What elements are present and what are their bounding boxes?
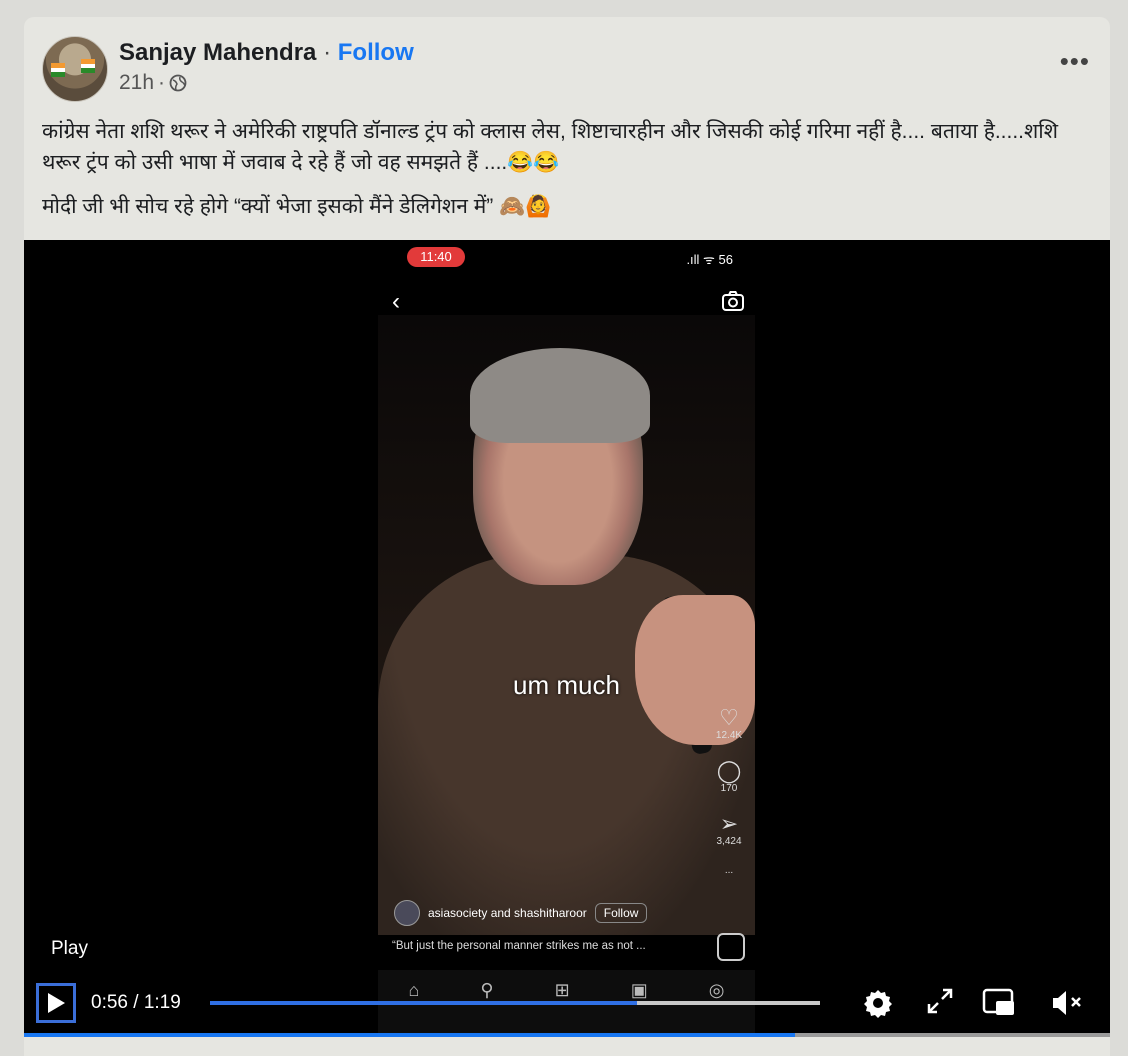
reel-actions: ♡ 12.4K ◯ 170 ➢ 3,424 ... [711, 706, 747, 894]
author-name[interactable]: Sanjay Mahendra [119, 39, 316, 66]
fullscreen-icon[interactable] [926, 987, 954, 1015]
post-text-line: मोदी जी भी सोच रहे होगे “क्यों भेजा इसको… [42, 195, 552, 218]
phone-time: 11:40 [407, 247, 465, 267]
more-options-button[interactable]: ••• [1060, 48, 1090, 74]
like-count: 12.4K [715, 730, 743, 741]
video-player[interactable]: 11:40 .ıll ᯤ 56 ‹ um much ♡ 12.4K ◯ 170 ➢ 3… [24, 240, 1110, 1036]
video-buffer-bar [24, 1033, 1110, 1037]
follow-button[interactable]: Follow [338, 39, 414, 66]
author-avatar[interactable] [42, 36, 108, 102]
status-icons: .ıll ᯤ 56 [686, 252, 733, 267]
reel-avatar [394, 900, 420, 926]
gear-icon[interactable] [862, 987, 894, 1019]
time-separator: / [127, 992, 144, 1013]
back-icon: ‹ [392, 288, 400, 315]
post-card: Sanjay Mahendra · Follow 21h · ••• कांग्… [24, 17, 1110, 1056]
separator: · [323, 39, 332, 66]
video-buffer-progress [24, 1033, 796, 1037]
post-time[interactable]: 21h [119, 71, 154, 95]
like-action: ♡ 12.4K [711, 705, 747, 742]
separator: · [158, 71, 166, 94]
post-text: कांग्रेस नेता शशि थरूर ने अमेरिकी राष्ट्… [42, 120, 1059, 174]
pip-icon[interactable] [982, 987, 1016, 1019]
video-scene [378, 315, 755, 935]
comment-action: ◯ 170 [711, 758, 747, 795]
reel-follow-label: Follow [594, 903, 648, 923]
post-meta: 21h · [119, 71, 187, 95]
speaker-hair [470, 348, 650, 443]
timecode: 0:56 / 1:19 [91, 992, 181, 1014]
reel-users: asiasociety and shashitharoor [428, 906, 587, 920]
share-count: 3,424 [716, 836, 742, 847]
play-icon [48, 993, 65, 1013]
share-action: ➢ 3,424 [711, 811, 747, 848]
more-dots: ... [724, 865, 734, 876]
play-tooltip: Play [51, 938, 88, 959]
globe-icon [169, 74, 187, 92]
more-action: ... [711, 865, 747, 876]
mute-icon[interactable] [1050, 987, 1086, 1019]
seek-bar-progress [210, 1001, 637, 1005]
comment-count: 170 [720, 783, 738, 794]
audio-icon [717, 933, 745, 961]
video-controls: 0:56 / 1:19 [24, 983, 1110, 1023]
current-time: 0:56 [91, 992, 128, 1013]
video-frame: 11:40 .ıll ᯤ 56 ‹ um much ♡ 12.4K ◯ 170 ➢ 3… [378, 240, 755, 1036]
camera-icon [722, 291, 744, 311]
send-icon: ➢ [719, 811, 739, 836]
post-header: Sanjay Mahendra · Follow [119, 39, 414, 67]
heart-icon: ♡ [719, 705, 739, 730]
flag-icon [51, 63, 65, 77]
comment-icon: ◯ [716, 758, 742, 783]
reel-user-row: asiasociety and shashitharoor Follow [394, 900, 648, 926]
play-button[interactable] [36, 983, 76, 1023]
seek-bar[interactable] [210, 1001, 820, 1005]
video-subtitle: um much [513, 670, 620, 700]
duration: 1:19 [143, 992, 181, 1013]
reel-caption: “But just the personal manner strikes me… [392, 940, 646, 952]
flag-icon [81, 59, 95, 73]
